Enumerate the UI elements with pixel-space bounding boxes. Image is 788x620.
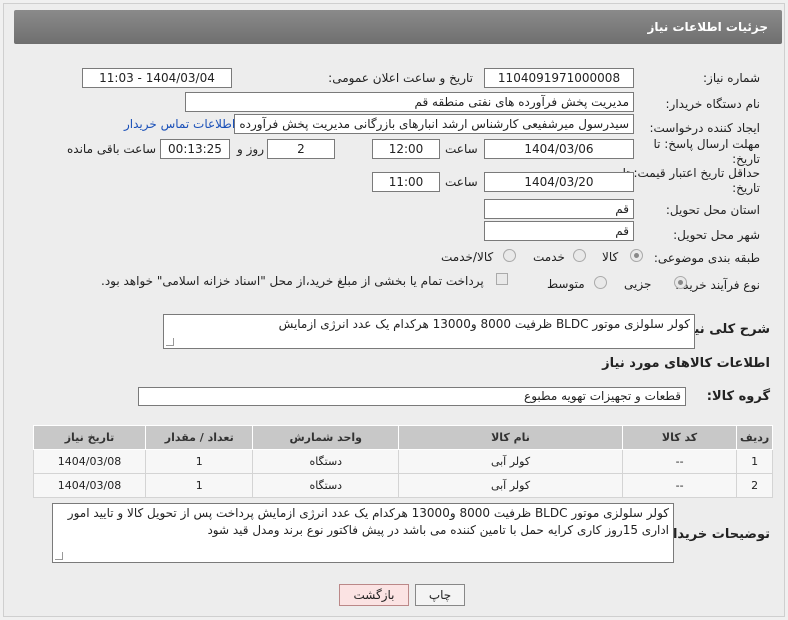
- row-cell: 1404/03/08: [33, 473, 146, 498]
- resize-handle-icon[interactable]: [166, 338, 174, 346]
- col-quantity: تعداد / مقدار: [144, 425, 254, 450]
- buyer-label: نام دستگاه خریدار:: [665, 97, 761, 111]
- creator-label: ایجاد کننده درخواست:: [649, 121, 760, 135]
- price-time-field[interactable]: 11:00: [372, 172, 440, 192]
- row-cell: 1: [736, 449, 773, 474]
- deadline-date-field[interactable]: 1404/03/06: [484, 139, 634, 159]
- purchase-option-medium: متوسط: [547, 277, 585, 291]
- price-date-field[interactable]: 1404/03/20: [484, 172, 634, 192]
- purchase-option-minor: جزیی: [624, 277, 652, 291]
- purchase-radio-minor[interactable]: [674, 276, 687, 289]
- category-option-goods: کالا: [602, 250, 619, 264]
- deadline-time-label: ساعت: [445, 142, 478, 156]
- col-item-name: نام کالا: [398, 425, 623, 450]
- day-and-label: روز و: [237, 142, 264, 156]
- row-cell: کولر آبی: [398, 473, 623, 498]
- deadline-time-field[interactable]: 12:00: [372, 139, 440, 159]
- row-cell: 2: [736, 473, 773, 498]
- page-title: جزئیات اطلاعات نیاز: [647, 20, 768, 34]
- treasury-checkbox[interactable]: [496, 273, 508, 285]
- creator-field[interactable]: سیدرسول میرشفیعی کارشناس ارشد انبارهای ب…: [234, 114, 634, 134]
- summary-text: کولر سلولزی موتور BLDC ظرفیت 8000 و13000…: [278, 317, 690, 331]
- purchase-type-label: نوع فرآیند خرید :: [675, 278, 760, 292]
- resize-handle-icon[interactable]: [55, 552, 63, 560]
- buyer-notes-text: کولر سلولزی موتور BLDC ظرفیت 8000 و13000…: [67, 506, 669, 537]
- col-row-number: ردیف: [736, 425, 773, 450]
- price-validity-label: حداقل تاریخ اعتبار قیمت: تا تاریخ:: [622, 166, 760, 195]
- row-cell: 1: [144, 449, 254, 474]
- buyer-notes-field[interactable]: کولر سلولزی موتور BLDC ظرفیت 8000 و13000…: [52, 503, 674, 563]
- goods-section-title: اطلاعات کالاهای مورد نیاز: [602, 356, 770, 371]
- row-cell: --: [621, 473, 738, 498]
- row-cell: دستگاه: [252, 449, 400, 474]
- col-unit: واحد شمارش: [252, 425, 400, 450]
- col-item-code: کد کالا: [621, 425, 738, 450]
- table-row[interactable]: 1 -- کولر آبی دستگاه 1 1404/03/08: [33, 449, 773, 474]
- province-label: استان محل تحویل:: [665, 203, 760, 217]
- purchase-radio-medium[interactable]: [594, 276, 607, 289]
- category-radio-goods[interactable]: [630, 249, 643, 262]
- category-option-service: خدمت: [533, 250, 565, 264]
- row-cell: دستگاه: [252, 473, 400, 498]
- summary-field[interactable]: کولر سلولزی موتور BLDC ظرفیت 8000 و13000…: [163, 314, 695, 349]
- goods-table-header-row: ردیف کد کالا نام کالا واحد شمارش تعداد /…: [33, 425, 773, 450]
- goods-group-field[interactable]: قطعات و تجهیزات تهویه مطبوع: [138, 387, 686, 406]
- deadline-label: مهلت ارسال پاسخ: تا تاریخ:: [653, 137, 760, 166]
- row-cell: 1404/03/08: [33, 449, 146, 474]
- category-radio-both[interactable]: [503, 249, 516, 262]
- city-label: شهر محل تحویل:: [673, 228, 760, 242]
- category-option-both: کالا/خدمت: [441, 250, 494, 264]
- remaining-time-field[interactable]: 00:13:25: [160, 139, 230, 159]
- remaining-days-field[interactable]: 2: [267, 139, 335, 159]
- goods-table: ردیف کد کالا نام کالا واحد شمارش تعداد /…: [33, 425, 773, 498]
- goods-group-label: گروه کالا:: [706, 389, 770, 404]
- table-row[interactable]: 2 -- کولر آبی دستگاه 1 1404/03/08: [33, 473, 773, 498]
- row-cell: کولر آبی: [398, 449, 623, 474]
- need-number-label: شماره نیاز:: [703, 71, 760, 85]
- province-field[interactable]: قم: [484, 199, 634, 219]
- page-header: جزئیات اطلاعات نیاز: [14, 10, 782, 44]
- col-need-date: تاریخ نیاز: [33, 425, 146, 450]
- need-number-field[interactable]: 1104091971000008: [484, 68, 634, 88]
- announce-label: تاریخ و ساعت اعلان عمومی:: [328, 71, 473, 85]
- contact-buyer-link[interactable]: اطلاعات تماس خریدار: [124, 117, 235, 131]
- row-cell: 1: [144, 473, 254, 498]
- category-label: طبقه بندی موضوعی:: [653, 251, 760, 265]
- row-cell: --: [621, 449, 738, 474]
- remaining-label: ساعت باقی مانده: [67, 142, 157, 156]
- treasury-payment-note: پرداخت تمام یا بخشی از مبلغ خرید،از محل …: [101, 274, 484, 288]
- back-button[interactable]: بازگشت: [339, 584, 409, 606]
- city-field[interactable]: قم: [484, 221, 634, 241]
- price-time-label: ساعت: [445, 175, 478, 189]
- buyer-notes-label: توضیحات خریدار:: [660, 527, 770, 542]
- announce-field[interactable]: 1404/03/04 - 11:03: [82, 68, 232, 88]
- category-radio-service[interactable]: [573, 249, 586, 262]
- buyer-field[interactable]: مدیریت پخش فرآورده های نفتی منطقه قم: [185, 92, 634, 112]
- print-button[interactable]: چاپ: [415, 584, 465, 606]
